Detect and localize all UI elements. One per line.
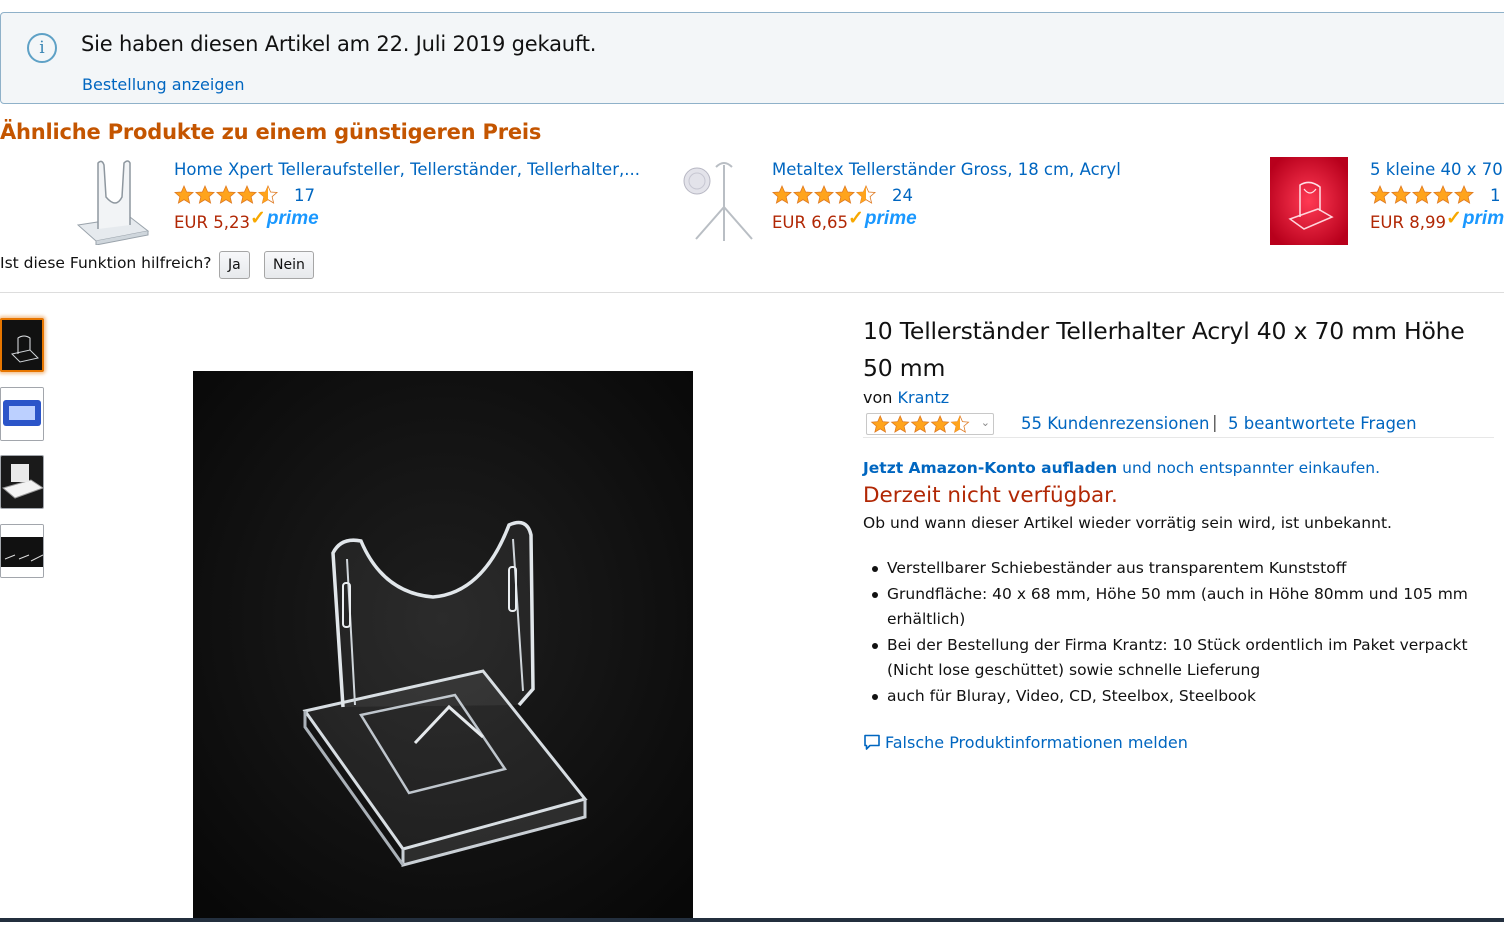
product-thumbnail[interactable] (1270, 157, 1348, 245)
main-product-image[interactable] (193, 371, 693, 922)
feature-bullet: Bei der Bestellung der Firma Krantz: 10 … (863, 633, 1503, 684)
similar-product-name[interactable]: Metaltex Tellerständer Gross, 18 cm, Acr… (772, 160, 1121, 179)
prime-check-icon: ✓ (250, 208, 266, 229)
brand-link[interactable]: Krantz (898, 388, 950, 407)
availability-status: Derzeit nicht verfügbar. (863, 483, 1118, 508)
availability-note: Ob und wann dieser Artikel wieder vorrät… (863, 514, 1392, 532)
similar-product-price: EUR 6,65 (772, 213, 848, 232)
answered-questions-link[interactable]: 5 beantwortete Fragen (1228, 414, 1417, 433)
prime-label: prime (266, 208, 319, 229)
similar-product-price: EUR 8,99 (1370, 213, 1446, 232)
similar-product-2[interactable]: Metaltex Tellerständer Gross, 18 cm, Acr… (670, 157, 1260, 247)
star-rating-icon[interactable] (174, 185, 282, 205)
info-icon: i (27, 33, 57, 63)
image-thumbnail-4[interactable] (0, 524, 44, 578)
star-rating-icon[interactable] (1370, 185, 1478, 205)
bottom-edge (0, 918, 1504, 922)
report-label[interactable]: Falsche Produktinformationen melden (885, 733, 1188, 752)
star-rating-icon[interactable] (772, 185, 880, 205)
product-title: 10 Tellerständer Tellerhalter Acryl 40 x… (863, 317, 1465, 382)
by-prefix: von (863, 388, 893, 407)
reload-account-link[interactable]: Jetzt Amazon-Konto aufladen (863, 459, 1117, 477)
image-thumbnail-1[interactable] (0, 318, 44, 372)
similar-product-name[interactable]: 5 kleine 40 x 70 x (1370, 160, 1504, 179)
prime-check-icon: ✓ (1446, 208, 1462, 229)
similar-products-heading: Ähnliche Produkte zu einem günstigeren P… (0, 120, 542, 144)
title-divider (863, 437, 1494, 438)
feature-bullet: Verstellbarer Schiebeständer aus transpa… (863, 556, 1503, 582)
view-order-link[interactable]: Bestellung anzeigen (82, 75, 244, 94)
promo-text[interactable]: und noch entspannter einkaufen. (1117, 459, 1380, 477)
product-thumbnail[interactable] (680, 157, 758, 245)
report-incorrect-info-link[interactable]: Falsche Produktinformationen melden (863, 733, 1188, 752)
chevron-down-icon: ⌄ (980, 416, 990, 429)
prime-check-icon: ✓ (848, 208, 864, 229)
image-thumbnail-3[interactable] (0, 455, 44, 509)
rating-count[interactable]: 17 (294, 186, 315, 205)
rating-count[interactable]: 1 (1490, 186, 1501, 205)
rating-count[interactable]: 24 (892, 186, 913, 205)
feature-bullet: Grundfläche: 40 x 68 mm, Höhe 50 mm (auc… (863, 582, 1503, 633)
feedback-question: Ist diese Funktion hilfreich? (0, 254, 212, 272)
feedback-no-button[interactable]: Nein (264, 251, 314, 279)
image-thumbnail-2[interactable] (0, 387, 44, 441)
prime-badge: ✓prime (250, 207, 319, 230)
similar-product-name[interactable]: Home Xpert Telleraufsteller, Tellerständ… (174, 160, 640, 179)
prime-badge: ✓prim (1446, 207, 1504, 230)
promo-line: Jetzt Amazon-Konto aufladen und noch ent… (863, 459, 1380, 477)
brand-byline: von Krantz (863, 388, 949, 407)
similar-product-3[interactable]: 5 kleine 40 x 70 x 1 EUR 8,99 ✓prim (1270, 157, 1504, 247)
speech-bubble-icon (864, 734, 880, 750)
prime-label: prim (1462, 208, 1504, 229)
purchase-headline: Sie haben diesen Artikel am 22. Juli 201… (81, 32, 597, 56)
similar-product-1[interactable]: Home Xpert Telleraufsteller, Tellerständ… (0, 157, 660, 247)
similar-product-price: EUR 5,23 (174, 213, 250, 232)
prime-label: prime (864, 208, 917, 229)
purchase-info-banner: i Sie haben diesen Artikel am 22. Juli 2… (0, 12, 1504, 104)
prime-badge: ✓prime (848, 207, 917, 230)
section-divider (0, 292, 1504, 293)
separator: | (1212, 413, 1218, 432)
feature-bullets: Verstellbarer Schiebeständer aus transpa… (863, 556, 1503, 709)
star-rating-icon (870, 415, 970, 433)
customer-reviews-link[interactable]: 55 Kundenrezensionen (1021, 414, 1209, 433)
feature-bullet: auch für Bluray, Video, CD, Steelbox, St… (863, 684, 1503, 710)
rating-popover-trigger[interactable]: ⌄ (866, 413, 994, 435)
feedback-yes-button[interactable]: Ja (219, 251, 250, 279)
product-thumbnail[interactable] (72, 157, 150, 245)
